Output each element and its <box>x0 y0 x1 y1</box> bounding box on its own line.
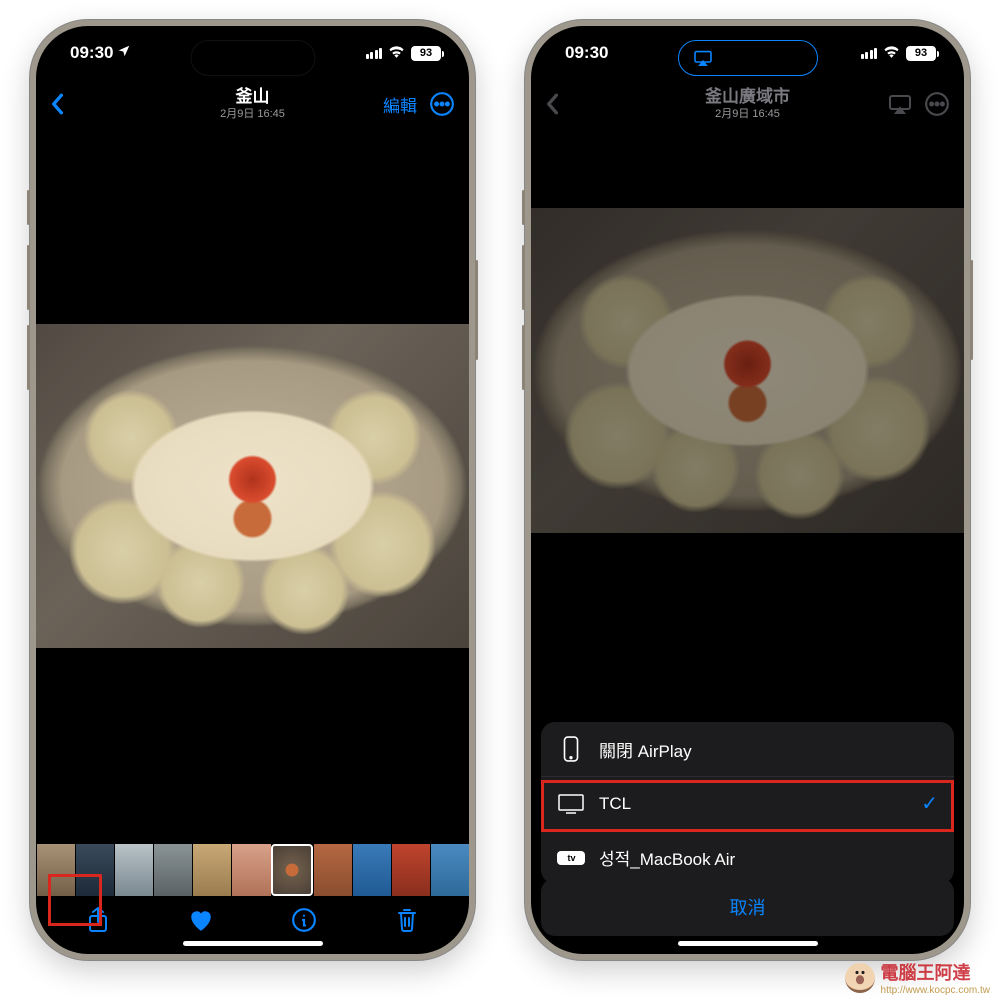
status-bar: 09:30 93 <box>36 26 469 80</box>
airplay-nav-button <box>888 94 912 114</box>
photo-content <box>531 208 964 533</box>
wifi-icon <box>883 43 900 63</box>
more-button-disabled <box>924 91 950 117</box>
watermark-url: http://www.kocpc.com.tw <box>881 985 990 996</box>
favorite-button[interactable] <box>181 900 221 940</box>
watermark: 電腦王阿達 http://www.kocpc.com.tw <box>845 959 990 996</box>
thumbnail[interactable] <box>192 844 231 896</box>
airplay-macbook-row[interactable]: tv 성적_MacBook Air <box>541 831 954 884</box>
phone-right: 09:30 93 <box>525 20 970 960</box>
status-bar: 09:30 93 <box>531 26 964 80</box>
appletv-icon: tv <box>557 851 585 865</box>
nav-bar: 釜山 2月9日 16:45 編輯 <box>36 80 469 128</box>
share-button[interactable] <box>78 900 118 940</box>
home-indicator[interactable] <box>678 941 818 946</box>
thumbnail[interactable] <box>391 844 430 896</box>
location-icon <box>117 43 131 63</box>
cellular-icon <box>366 47 383 59</box>
tv-icon <box>557 794 585 814</box>
home-indicator[interactable] <box>183 941 323 946</box>
edit-button[interactable]: 編輯 <box>383 92 417 117</box>
photo-content <box>36 324 469 649</box>
watermark-name: 電腦王阿達 <box>881 959 990 985</box>
airplay-tcl-label: TCL <box>599 794 631 814</box>
nav-bar: 釜山廣域市 2月9日 16:45 <box>531 80 964 128</box>
thumbnail[interactable] <box>36 844 75 896</box>
nav-subtitle: 2月9日 16:45 <box>625 108 870 121</box>
thumbnail[interactable] <box>231 844 270 896</box>
delete-button[interactable] <box>387 900 427 940</box>
thumbnail-strip[interactable] <box>36 844 469 896</box>
iphone-icon <box>557 736 585 762</box>
nav-title: 釜山 <box>130 87 375 107</box>
airplay-tcl-row[interactable]: TCL ✓ <box>541 777 954 831</box>
dynamic-island-airplay[interactable] <box>678 40 818 76</box>
airplay-off-label: 關閉 AirPlay <box>599 737 692 762</box>
watermark-avatar <box>845 963 875 993</box>
nav-subtitle: 2月9日 16:45 <box>130 108 375 121</box>
airplay-sheet: 關閉 AirPlay TCL ✓ tv 성적_MacBook Air <box>541 722 954 884</box>
thumbnail[interactable] <box>114 844 153 896</box>
thumbnail[interactable] <box>313 844 352 896</box>
thumbnail[interactable] <box>352 844 391 896</box>
check-icon: ✓ <box>921 791 938 816</box>
battery-icon: 93 <box>906 46 936 61</box>
cellular-icon <box>861 47 878 59</box>
back-button-disabled <box>545 93 559 115</box>
thumbnail[interactable] <box>153 844 192 896</box>
dynamic-island <box>190 40 315 76</box>
more-button[interactable] <box>429 91 455 117</box>
airplay-off-row[interactable]: 關閉 AirPlay <box>541 722 954 777</box>
thumbnail[interactable] <box>75 844 114 896</box>
cancel-button[interactable]: 取消 <box>541 878 954 936</box>
status-time: 09:30 <box>565 43 608 63</box>
nav-title: 釜山廣域市 <box>625 87 870 107</box>
thumbnail[interactable] <box>430 844 469 896</box>
photo-viewer[interactable] <box>36 128 469 844</box>
phone-left: 09:30 93 <box>30 20 475 960</box>
back-button[interactable] <box>50 93 64 115</box>
status-time: 09:30 <box>70 43 113 63</box>
wifi-icon <box>388 43 405 63</box>
thumbnail-selected[interactable] <box>271 844 313 896</box>
info-button[interactable] <box>284 900 324 940</box>
airplay-icon <box>693 50 713 66</box>
airplay-macbook-label: 성적_MacBook Air <box>599 845 735 870</box>
battery-icon: 93 <box>411 46 441 61</box>
